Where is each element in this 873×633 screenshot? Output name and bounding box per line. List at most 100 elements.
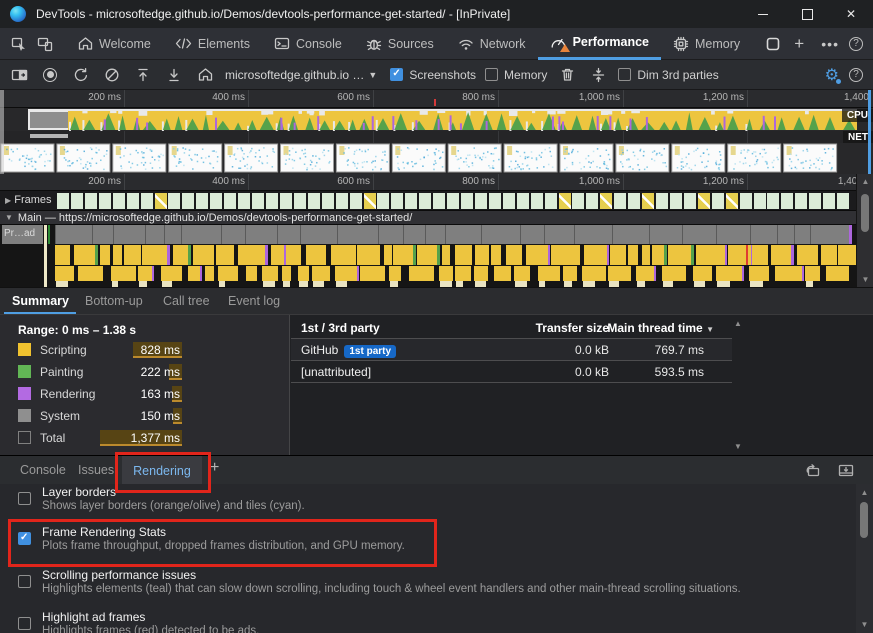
script-block[interactable] — [142, 245, 167, 265]
frame-block[interactable] — [837, 193, 849, 209]
frame-block[interactable] — [475, 193, 487, 209]
trash-icon[interactable] — [556, 64, 578, 86]
script-block[interactable] — [100, 245, 110, 265]
function-call-block[interactable] — [455, 266, 471, 281]
script-block[interactable] — [838, 245, 857, 265]
frame-block[interactable] — [308, 193, 320, 209]
task-block[interactable] — [574, 225, 611, 244]
screenshot-thumbnail[interactable] — [281, 144, 334, 172]
frame-block[interactable] — [182, 193, 194, 209]
partial-frame-block[interactable] — [155, 193, 167, 209]
script-block[interactable] — [668, 245, 691, 265]
task-block[interactable] — [810, 225, 850, 244]
function-call-block[interactable] — [716, 266, 743, 281]
frame-block[interactable] — [503, 193, 515, 209]
render-block[interactable] — [357, 266, 359, 281]
table-scrollbar[interactable]: ▲ ▼ — [731, 317, 745, 453]
function-call-block[interactable] — [805, 266, 820, 281]
script-block[interactable] — [475, 245, 489, 265]
frame-block[interactable] — [71, 193, 83, 209]
screenshot-thumbnail[interactable] — [1, 144, 54, 172]
paint-block[interactable] — [265, 245, 268, 265]
function-call-block[interactable] — [474, 266, 488, 281]
frame-block[interactable] — [433, 193, 445, 209]
script-block[interactable] — [696, 245, 725, 265]
task-block[interactable] — [649, 225, 682, 244]
task-block[interactable] — [544, 225, 574, 244]
scroll-up-icon[interactable]: ▲ — [731, 319, 745, 328]
script-block[interactable] — [455, 245, 472, 265]
function-call-block[interactable] — [111, 266, 136, 281]
function-call-block[interactable] — [494, 266, 512, 281]
script-block[interactable] — [752, 245, 768, 265]
frame-block[interactable] — [628, 193, 640, 209]
scroll-down-icon[interactable]: ▼ — [856, 620, 873, 629]
screenshot-thumbnail[interactable] — [728, 144, 781, 172]
table-row[interactable]: [unattributed]0.0 kB593.5 ms — [291, 361, 732, 383]
script-block[interactable] — [124, 245, 140, 265]
frame-block[interactable] — [127, 193, 139, 209]
frame-block[interactable] — [168, 193, 180, 209]
task-block[interactable] — [777, 225, 793, 244]
script-block[interactable] — [55, 245, 70, 265]
tab-sources[interactable]: Sources — [354, 28, 446, 60]
frame-block[interactable] — [350, 193, 362, 209]
render-block[interactable] — [742, 266, 744, 281]
paint-block[interactable] — [691, 245, 694, 265]
scrollbar-thumb[interactable] — [861, 194, 869, 232]
rendering-option-frame-rendering-stats[interactable]: Frame Rendering StatsPlots frame through… — [0, 524, 840, 562]
script-block[interactable] — [821, 245, 838, 265]
paint-block[interactable] — [437, 245, 440, 265]
partial-frame-block[interactable] — [364, 193, 376, 209]
function-call-block[interactable] — [749, 266, 770, 281]
tab-event-log[interactable]: Event log — [228, 294, 280, 308]
task-block[interactable] — [337, 225, 378, 244]
frame-block[interactable] — [336, 193, 348, 209]
script-block[interactable] — [113, 245, 123, 265]
task-block[interactable] — [245, 225, 278, 244]
partial-frame-block[interactable] — [642, 193, 654, 209]
frame-block[interactable] — [391, 193, 403, 209]
help-icon[interactable]: ? — [849, 37, 863, 51]
paint-block[interactable] — [188, 245, 191, 265]
save-profile-icon[interactable] — [163, 64, 185, 86]
render-block[interactable] — [654, 266, 656, 281]
frame-block[interactable] — [266, 193, 278, 209]
task-block[interactable] — [612, 225, 649, 244]
task-block[interactable] — [445, 225, 480, 244]
function-call-block[interactable] — [218, 266, 238, 281]
main-flame-chart[interactable]: Pr…ad — [0, 225, 873, 287]
screenshot-filmstrip[interactable] — [0, 143, 873, 175]
checkbox-icon[interactable] — [18, 532, 31, 545]
frame-block[interactable] — [586, 193, 598, 209]
script-block[interactable] — [393, 245, 413, 265]
frame-block[interactable] — [767, 193, 779, 209]
minimize-button[interactable] — [741, 0, 785, 28]
column-header[interactable]: Transfer size — [536, 321, 609, 335]
script-block[interactable] — [216, 245, 234, 265]
collapse-tracks-icon[interactable] — [587, 64, 609, 86]
script-block[interactable] — [652, 245, 664, 265]
screenshot-thumbnail[interactable] — [560, 144, 613, 172]
function-call-block[interactable] — [282, 266, 291, 281]
script-block[interactable] — [584, 245, 607, 265]
frame-block[interactable] — [545, 193, 557, 209]
screenshot-thumbnail[interactable] — [504, 144, 557, 172]
tab-elements[interactable]: Elements — [163, 28, 262, 60]
scroll-down-icon[interactable]: ▼ — [731, 442, 745, 451]
screenshot-thumbnail[interactable] — [392, 144, 445, 172]
task-block[interactable] — [181, 225, 221, 244]
device-emulation-icon[interactable] — [32, 30, 58, 58]
screenshot-thumbnail[interactable] — [169, 144, 222, 172]
paint-block[interactable] — [413, 245, 416, 265]
frame-block[interactable] — [740, 193, 752, 209]
task-block[interactable] — [481, 225, 520, 244]
task-block[interactable] — [92, 225, 113, 244]
render-block[interactable] — [802, 266, 804, 281]
function-call-block[interactable] — [205, 266, 214, 281]
tab-console[interactable]: Console — [262, 28, 354, 60]
task-block[interactable] — [55, 225, 92, 244]
screenshot-thumbnail[interactable] — [336, 144, 389, 172]
script-block[interactable] — [506, 245, 522, 265]
frame-block[interactable] — [85, 193, 97, 209]
